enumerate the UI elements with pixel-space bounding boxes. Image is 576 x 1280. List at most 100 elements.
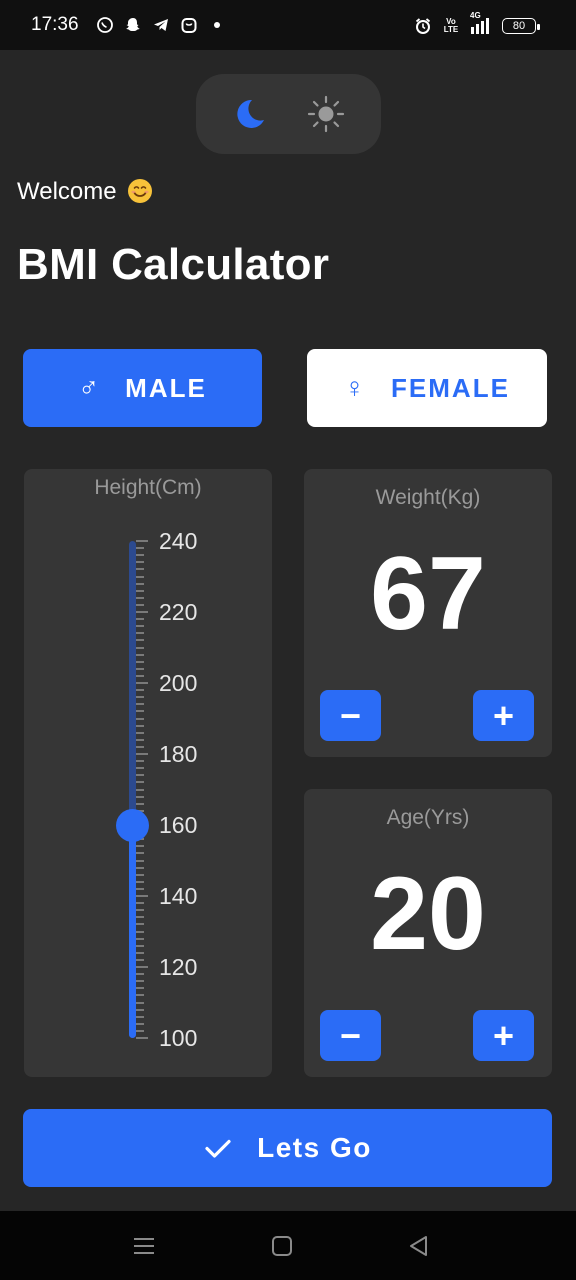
height-slider[interactable]: 240 220 200 180 160 140 120 100 xyxy=(24,469,272,1077)
volte-icon: Vo LTE xyxy=(443,17,459,34)
height-tick-label: 220 xyxy=(159,599,198,625)
sun-icon[interactable] xyxy=(306,94,346,134)
minor-tick xyxy=(136,887,144,890)
female-symbol-icon: ♀ xyxy=(344,372,368,403)
welcome-label: Welcome xyxy=(17,178,117,205)
lets-go-label: Lets Go xyxy=(257,1132,372,1163)
minor-tick xyxy=(136,852,144,855)
male-symbol-icon: ♂ xyxy=(78,372,102,403)
age-label: Age(Yrs) xyxy=(386,806,470,829)
snapchat-icon xyxy=(123,15,143,35)
minor-tick xyxy=(136,738,144,741)
minor-tick xyxy=(136,689,144,692)
minor-tick xyxy=(136,944,144,947)
minor-tick xyxy=(136,937,144,940)
minor-tick xyxy=(136,1022,144,1025)
minor-tick xyxy=(136,625,144,628)
moon-icon[interactable] xyxy=(230,94,270,134)
height-tick-label: 240 xyxy=(159,528,198,554)
page-title: BMI Calculator xyxy=(17,240,330,289)
weight-label: Weight(Kg) xyxy=(375,486,481,509)
status-time: 17:36 xyxy=(31,14,79,35)
minor-tick xyxy=(136,582,144,585)
minor-tick xyxy=(136,802,144,805)
minor-tick xyxy=(136,795,144,798)
minor-tick xyxy=(136,845,144,848)
lets-go-button[interactable]: Lets Go xyxy=(23,1109,552,1187)
minor-tick xyxy=(136,767,144,770)
slider-thumb[interactable] xyxy=(116,809,149,842)
age-increment-button[interactable]: + xyxy=(473,1010,534,1061)
minor-tick xyxy=(136,561,144,564)
welcome-text: Welcome xyxy=(17,178,153,206)
system-icons: Vo LTE 4G 80 xyxy=(414,11,540,37)
minor-tick xyxy=(136,859,144,862)
theme-toggle[interactable] xyxy=(196,74,381,154)
minor-tick xyxy=(136,632,144,635)
minor-tick xyxy=(136,951,144,954)
minor-tick xyxy=(136,568,144,571)
slider-fill xyxy=(129,825,136,1038)
female-button[interactable]: ♀ FEMALE xyxy=(307,349,547,427)
male-button[interactable]: ♂ MALE xyxy=(23,349,262,427)
smile-emoji-icon xyxy=(127,178,153,204)
dot-icon xyxy=(207,15,227,35)
minor-tick xyxy=(136,760,144,763)
signal-icon: 4G xyxy=(470,11,492,35)
minor-tick xyxy=(136,575,144,578)
minor-tick xyxy=(136,774,144,777)
alarm-icon xyxy=(414,17,432,35)
minor-tick xyxy=(136,873,144,876)
height-card: Height(Cm) 240 220 200 180 160 140 120 100 xyxy=(24,469,272,1077)
minor-tick xyxy=(136,902,144,905)
male-label: MALE xyxy=(125,372,207,403)
minor-tick xyxy=(136,667,144,670)
back-icon[interactable] xyxy=(406,1233,432,1259)
minor-tick xyxy=(136,731,144,734)
menu-icon[interactable] xyxy=(131,1233,157,1259)
major-tick xyxy=(136,966,148,968)
home-icon[interactable] xyxy=(269,1233,295,1259)
female-label: FEMALE xyxy=(391,372,510,403)
status-bar: 17:36 Vo LTE 4G 80 xyxy=(0,0,576,50)
battery-indicator: 80 xyxy=(502,18,540,34)
minor-tick xyxy=(136,1001,144,1004)
age-card: Age(Yrs) 20 − + xyxy=(304,789,552,1077)
minor-tick xyxy=(136,866,144,869)
weight-decrement-button[interactable]: − xyxy=(320,690,381,741)
major-tick xyxy=(136,682,148,684)
minor-tick xyxy=(136,781,144,784)
minor-tick xyxy=(136,1008,144,1011)
minor-tick xyxy=(136,696,144,699)
minor-tick xyxy=(136,745,144,748)
minor-tick xyxy=(136,547,144,550)
minor-tick xyxy=(136,880,144,883)
minor-tick xyxy=(136,703,144,706)
weight-card: Weight(Kg) 67 − + xyxy=(304,469,552,757)
height-tick-label: 140 xyxy=(159,883,198,909)
height-tick-label: 100 xyxy=(159,1025,198,1051)
minor-tick xyxy=(136,1029,144,1032)
weight-value: 67 xyxy=(370,536,486,652)
minor-tick xyxy=(136,958,144,961)
notification-icons xyxy=(95,14,227,36)
minor-tick xyxy=(136,717,144,720)
minor-tick xyxy=(136,994,144,997)
minor-tick xyxy=(136,596,144,599)
major-tick xyxy=(136,1037,148,1039)
minor-tick xyxy=(136,653,144,656)
age-decrement-button[interactable]: − xyxy=(320,1010,381,1061)
minor-tick xyxy=(136,980,144,983)
major-tick xyxy=(136,895,148,897)
minor-tick xyxy=(136,930,144,933)
minor-tick xyxy=(136,973,144,976)
minor-tick xyxy=(136,618,144,621)
height-tick-label: 200 xyxy=(159,670,198,696)
height-tick-label: 160 xyxy=(159,812,198,838)
bag-icon xyxy=(179,15,199,35)
minor-tick xyxy=(136,660,144,663)
weight-increment-button[interactable]: + xyxy=(473,690,534,741)
minor-tick xyxy=(136,987,144,990)
minor-tick xyxy=(136,674,144,677)
telegram-icon xyxy=(151,15,171,35)
